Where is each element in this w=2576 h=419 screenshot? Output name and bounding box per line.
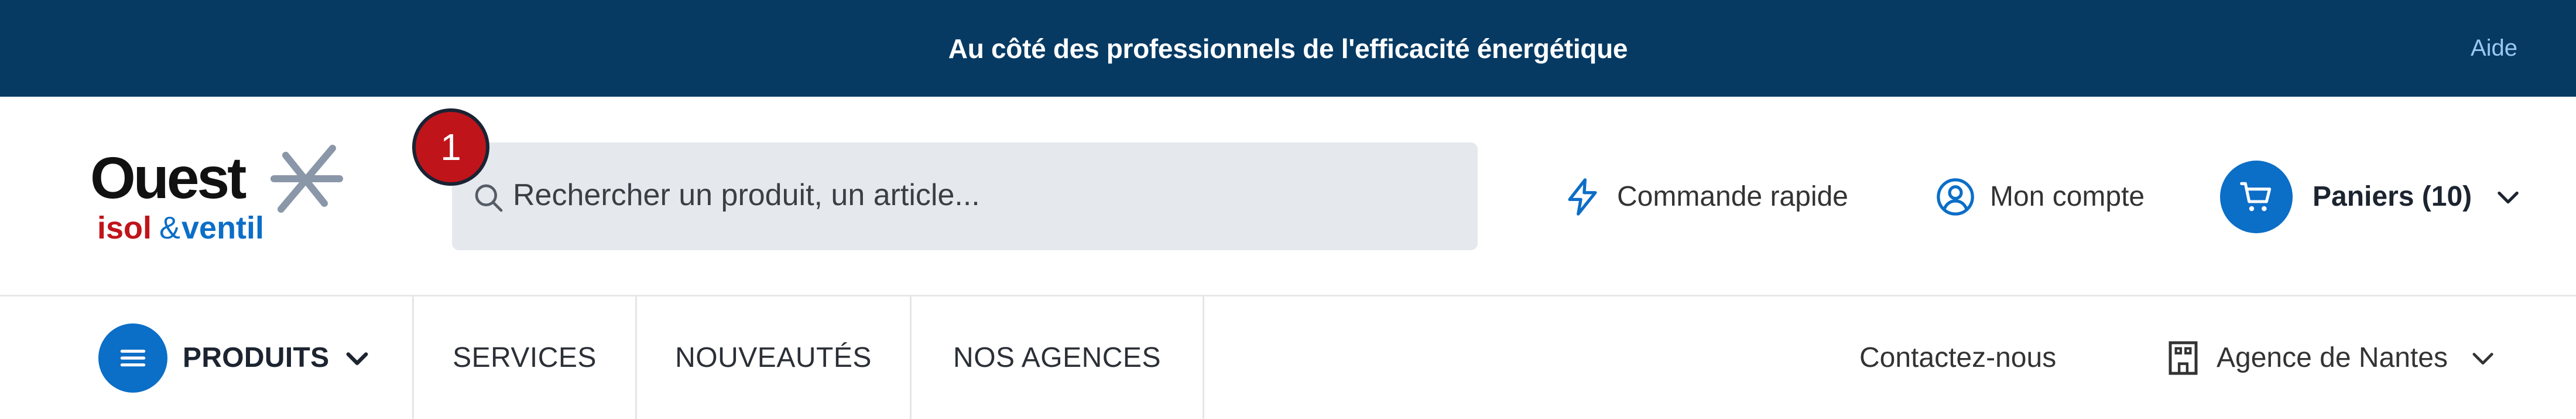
ouest-isol-ventil-logo: Ouest isol & ventil <box>90 145 343 246</box>
account-link[interactable]: Mon compte <box>1935 97 2145 297</box>
logo-word: Ouest <box>90 145 246 211</box>
main-navigation: PRODUITS SERVICES NOUVEAUTÉS NOS AGENCES… <box>0 297 2576 419</box>
help-link[interactable]: Aide <box>2471 0 2517 97</box>
nav-item-nouveautes[interactable]: NOUVEAUTÉS <box>637 297 910 419</box>
cart-icon <box>2240 182 2272 211</box>
nav-item-nos-agences[interactable]: NOS AGENCES <box>912 297 1203 419</box>
menu-icon-badge <box>98 323 167 393</box>
site-header: Ouest isol & ventil 1 Commande rapide Mo… <box>0 97 2576 297</box>
logo-isol: isol <box>97 210 152 246</box>
cart-icon-badge <box>2220 160 2293 233</box>
search-bar <box>452 142 1478 250</box>
carts-label: Paniers (10) <box>2313 181 2472 212</box>
logo-amp: & <box>159 210 180 246</box>
user-circle-icon <box>1937 178 1974 216</box>
chevron-down-icon <box>2472 352 2493 365</box>
top-banner: Au côté des professionnels de l'efficaci… <box>0 0 2576 97</box>
products-label: PRODUITS <box>183 342 330 373</box>
hamburger-menu-icon <box>120 349 146 366</box>
lightning-icon <box>1568 178 1597 216</box>
banner-message: Au côté des professionnels de l'efficaci… <box>948 33 1628 64</box>
site-logo[interactable]: Ouest isol & ventil <box>88 138 363 255</box>
step-number-badge: 1 <box>412 108 489 186</box>
building-icon <box>2169 340 2198 375</box>
chevron-down-icon <box>2498 191 2519 203</box>
products-menu-button[interactable]: PRODUITS <box>98 297 372 419</box>
nav-divider <box>1203 297 1204 419</box>
search-icon <box>475 184 503 212</box>
carts-button[interactable]: Paniers (10) <box>2220 97 2523 297</box>
account-label: Mon compte <box>1990 181 2145 212</box>
agency-selector[interactable]: Agence de Nantes <box>2164 297 2498 419</box>
search-input[interactable] <box>513 166 1450 224</box>
agency-label: Agence de Nantes <box>2217 342 2448 373</box>
contact-link[interactable]: Contactez-nous <box>1859 297 2056 419</box>
logo-ventil: ventil <box>181 210 264 246</box>
quick-order-label: Commande rapide <box>1617 181 1848 212</box>
chevron-down-icon <box>347 352 368 365</box>
quick-order-link[interactable]: Commande rapide <box>1562 97 1848 297</box>
nav-item-services[interactable]: SERVICES <box>414 297 635 419</box>
